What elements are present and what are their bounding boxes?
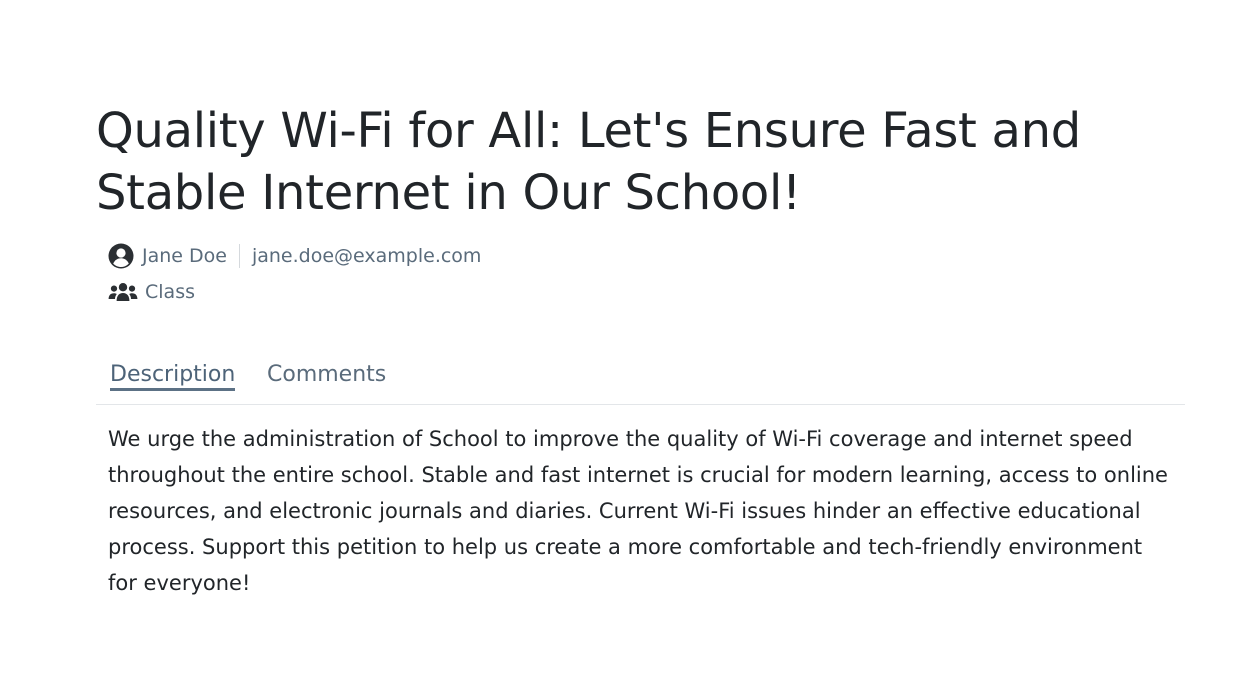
meta-divider	[238, 244, 240, 268]
user-circle-icon	[108, 243, 134, 269]
tab-comments[interactable]: Comments	[267, 362, 386, 389]
petition-tabs: Description Comments	[96, 356, 1185, 405]
author-info: Jane Doe jane.doe@example.com	[108, 241, 481, 271]
audience-info: Class	[108, 278, 195, 306]
users-group-icon	[108, 282, 138, 302]
page-title: Quality Wi-Fi for All: Let's Ensure Fast…	[96, 103, 1081, 221]
petition-description: We urge the administration of School to …	[108, 427, 1168, 595]
author-email: jane.doe@example.com	[251, 245, 482, 267]
audience-label: Class	[145, 281, 195, 303]
petition-page: Quality Wi-Fi for All: Let's Ensure Fast…	[0, 0, 1243, 691]
author-name: Jane Doe	[142, 245, 227, 267]
tab-description[interactable]: Description	[110, 362, 236, 391]
